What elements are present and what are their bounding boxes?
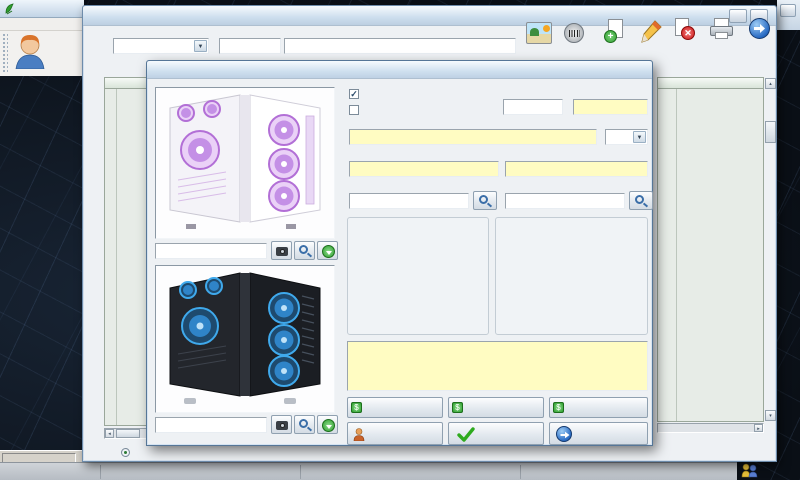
referencia-input[interactable] — [349, 161, 499, 177]
modal-sair-button[interactable] — [549, 422, 648, 445]
filtro-geral-input[interactable] — [219, 38, 281, 54]
scroll-up-icon[interactable]: ▴ — [765, 78, 776, 89]
edit-pencil-icon[interactable] — [639, 19, 663, 45]
money-icon: $ — [351, 402, 362, 413]
consultar-ordem-button[interactable]: $ — [448, 397, 544, 418]
toolbar-grip-dots — [2, 33, 8, 73]
barcode-icon[interactable] — [564, 23, 584, 43]
localizacao-grid: ▴ ▾ ▸ — [657, 77, 777, 442]
new-product-icon[interactable]: + — [603, 19, 627, 45]
image2-path-input[interactable] — [155, 417, 267, 433]
consultar-vendas-label — [593, 405, 605, 412]
sair-button[interactable] — [745, 18, 775, 56]
product-image-2 — [155, 265, 335, 413]
image1-path-input[interactable] — [155, 243, 267, 259]
camera-button-1[interactable] — [271, 241, 292, 260]
unidade-combo[interactable]: ▼ — [605, 129, 648, 145]
checkbox-icon — [349, 89, 359, 99]
check-icon — [457, 427, 475, 442]
estoque-groupbox — [347, 217, 489, 335]
grupo-search-button[interactable] — [629, 191, 653, 210]
relacionar-fornecedor-button[interactable] — [347, 422, 443, 445]
app-logo-icon — [5, 3, 14, 15]
localizacao-input[interactable] — [505, 161, 648, 177]
clientes-icon[interactable] — [10, 33, 50, 69]
cadastro-modal: ▼ $ $ $ — [146, 60, 653, 446]
salvar-label — [488, 429, 504, 438]
consultar-compras-button[interactable]: $ — [347, 397, 443, 418]
consultar-vendas-button[interactable]: $ — [549, 397, 648, 418]
observacao-textarea[interactable] — [347, 341, 648, 391]
product-image-1 — [155, 87, 335, 239]
salvar-button[interactable] — [448, 422, 544, 445]
bottom-statusbar-strip — [0, 462, 737, 480]
vscroll-thumb[interactable] — [765, 121, 776, 143]
load-image-button-1[interactable] — [317, 241, 338, 260]
relacionar-fornecedor-label — [388, 429, 402, 438]
grupo-input[interactable] — [505, 193, 625, 209]
money-icon: $ — [452, 402, 463, 413]
localizacao-hscrollbar[interactable]: ▸ — [657, 423, 764, 433]
picture-icon[interactable] — [526, 22, 552, 44]
descricao-input[interactable] — [349, 129, 597, 145]
localizacao-grid-body — [657, 89, 764, 422]
modal-titlebar[interactable] — [147, 61, 652, 79]
filtro-categoria-input[interactable] — [284, 38, 516, 54]
arrow-right-icon — [754, 24, 765, 33]
chevron-down-icon[interactable]: ▼ — [194, 40, 207, 52]
search-icon — [479, 195, 488, 204]
background-app-titlebar — [0, 0, 84, 18]
scroll-down-icon[interactable]: ▾ — [765, 410, 776, 421]
marcas-input[interactable] — [349, 193, 469, 209]
modal-sair-label — [591, 429, 607, 438]
valores-groupbox — [495, 217, 648, 335]
background-app-corner — [777, 0, 800, 30]
search-icon — [635, 195, 644, 204]
ordenar-combo[interactable]: ▼ — [113, 38, 209, 54]
zoom-image-button-1[interactable] — [294, 241, 315, 260]
camera-button-2[interactable] — [271, 415, 292, 434]
load-image-button-2[interactable] — [317, 415, 338, 434]
codigo-input[interactable] — [503, 99, 563, 115]
background-app-menubar[interactable] — [0, 18, 84, 31]
consultar-compras-label — [389, 405, 401, 412]
person-icon — [353, 428, 365, 441]
marcas-search-button[interactable] — [473, 191, 497, 210]
excluir-button[interactable]: ✕ — [667, 18, 703, 56]
money-icon: $ — [553, 402, 564, 413]
relacao-button[interactable] — [705, 18, 743, 56]
app-close-button[interactable] — [780, 4, 796, 17]
chevron-down-icon[interactable]: ▼ — [633, 131, 646, 143]
background-app-toolbar — [0, 31, 84, 76]
zoom-image-button-2[interactable] — [294, 415, 315, 434]
habilitar-radio-icon[interactable] — [121, 448, 130, 457]
taskbar-people-icon[interactable] — [740, 463, 758, 478]
checkbox-icon — [349, 105, 359, 115]
arrow-right-icon — [560, 431, 570, 439]
magnifier-icon — [299, 245, 308, 254]
magnifier-icon — [299, 419, 308, 428]
col-localizacao[interactable] — [657, 77, 764, 89]
legend-bar — [83, 446, 778, 462]
consultar-ordem-label — [490, 405, 502, 412]
barras-input[interactable] — [573, 99, 648, 115]
